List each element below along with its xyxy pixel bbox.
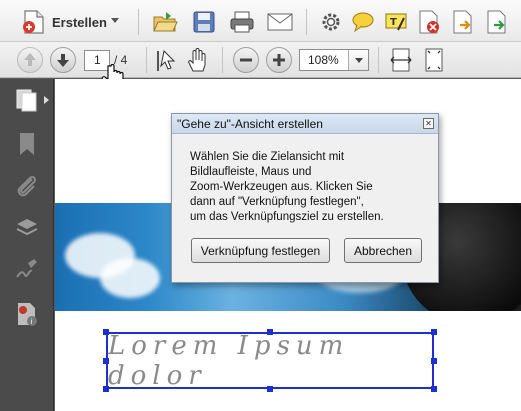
svg-text:T: T: [390, 17, 397, 28]
previous-page-button[interactable]: [17, 47, 43, 73]
lorem-text: Lorem Ipsum dolor: [108, 330, 350, 391]
save-icon[interactable]: [192, 10, 216, 34]
attachment-icon[interactable]: [14, 173, 40, 199]
separator: [146, 47, 147, 73]
resize-handle[interactable]: [267, 386, 273, 392]
next-page-button[interactable]: [50, 47, 76, 73]
separator: [138, 9, 139, 35]
selected-text-field[interactable]: Lorem Ipsum dolor: [106, 330, 434, 391]
share-pdf-icon[interactable]: [485, 9, 509, 35]
message-line: Wählen Sie die Zielansicht mit: [190, 151, 345, 163]
email-icon[interactable]: [267, 12, 293, 32]
message-line: Bildlaufleiste, Maus und: [190, 166, 312, 178]
create-pdf-icon: [23, 10, 44, 34]
zoom-in-button[interactable]: [266, 47, 292, 73]
print-icon[interactable]: [229, 10, 255, 34]
main-toolbar: Erstellen T: [0, 0, 521, 42]
dialog-titlebar[interactable]: "Gehe zu"-Ansicht erstellen ✕: [172, 114, 438, 134]
delete-pdf-icon[interactable]: [417, 9, 441, 35]
minus-icon: [240, 58, 252, 62]
separator: [306, 9, 307, 35]
message-line: dann auf "Verknüpfung festlegen",: [190, 196, 364, 208]
signature-icon[interactable]: [14, 257, 40, 283]
page-thumbnails-icon[interactable]: [14, 87, 40, 113]
create-goto-view-dialog: "Gehe zu"-Ansicht erstellen ✕ Wählen Sie…: [171, 113, 439, 283]
plus-icon: [273, 54, 285, 66]
zoom-dropdown-button[interactable]: [348, 50, 368, 70]
arrow-down-icon: [57, 54, 69, 67]
dialog-title: "Gehe zu"-Ansicht erstellen: [177, 117, 323, 131]
gear-icon[interactable]: [320, 11, 342, 33]
zoom-value: 108%: [308, 53, 339, 67]
open-folder-icon[interactable]: [152, 9, 178, 35]
resize-handle[interactable]: [431, 386, 437, 392]
set-link-button[interactable]: Verknüpfung festlegen: [191, 238, 330, 263]
resize-handle[interactable]: [103, 386, 109, 392]
svg-text:i: i: [31, 318, 33, 326]
highlight-text-icon[interactable]: T: [384, 10, 408, 34]
resize-handle[interactable]: [431, 358, 437, 364]
cloud: [100, 258, 160, 298]
chevron-down-icon: [111, 18, 119, 23]
resize-handle[interactable]: [431, 329, 437, 335]
layers-icon[interactable]: [14, 215, 40, 241]
close-icon[interactable]: ✕: [423, 118, 434, 129]
message-line: Zoom-Werkzeugen aus. Klicken Sie: [190, 181, 373, 193]
separator: [378, 47, 379, 73]
zoom-out-button[interactable]: [233, 47, 259, 73]
navigation-pane: i: [0, 79, 54, 411]
create-label: Erstellen: [52, 15, 107, 30]
bookmark-icon[interactable]: [14, 131, 40, 157]
export-pdf-icon[interactable]: [451, 9, 475, 35]
resize-handle[interactable]: [103, 329, 109, 335]
select-tool-icon[interactable]: [155, 48, 177, 74]
dialog-message: Wählen Sie die Zielansicht mit Bildlaufl…: [190, 150, 426, 225]
arrow-up-icon: [24, 53, 36, 66]
document-info-icon[interactable]: i: [14, 301, 40, 327]
comment-icon[interactable]: [351, 11, 375, 33]
resize-handle[interactable]: [267, 329, 273, 335]
hand-tool-icon[interactable]: [186, 47, 210, 73]
cancel-button[interactable]: Abbrechen: [344, 238, 422, 263]
fit-page-icon[interactable]: [423, 47, 445, 73]
cancel-label: Abbrechen: [353, 243, 413, 258]
chevron-right-icon: [44, 96, 49, 104]
resize-handle[interactable]: [103, 358, 109, 364]
fit-width-icon[interactable]: [390, 47, 412, 73]
set-link-label: Verknüpfung festlegen: [200, 243, 321, 258]
separator: [222, 47, 223, 73]
message-line: um das Verknüpfungsziel zu erstellen.: [190, 211, 384, 223]
